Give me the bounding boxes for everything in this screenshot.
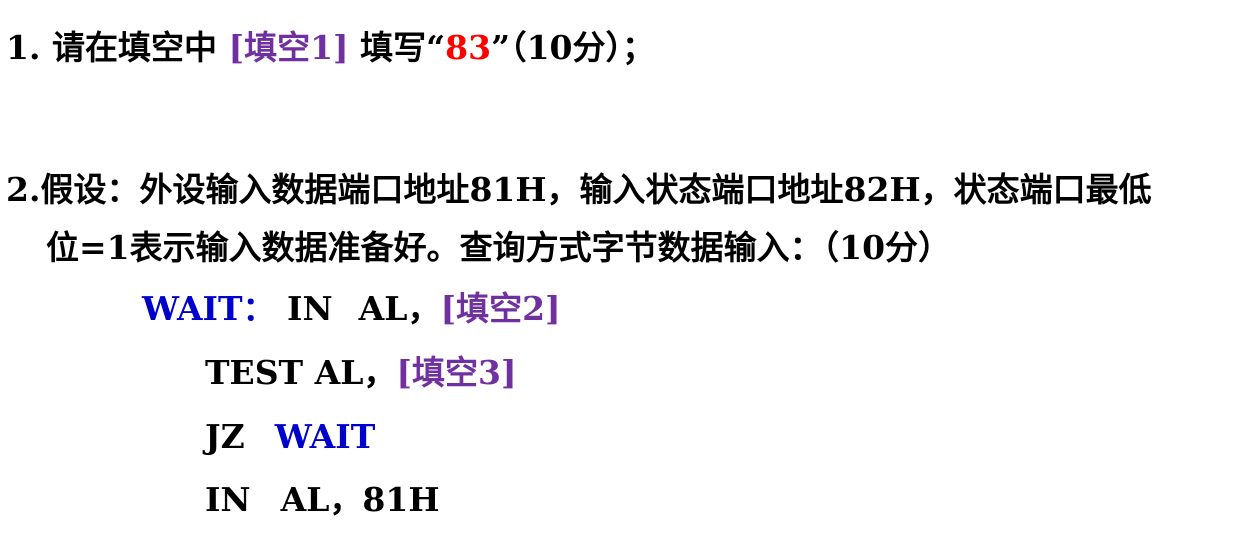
answer-value: 83 — [445, 28, 492, 67]
question-1-number: 1. — [6, 28, 41, 67]
code-jump-target: WAIT — [274, 417, 376, 456]
code-instr-in: IN — [205, 480, 251, 519]
question-2-number: 2. — [6, 170, 41, 209]
question-2-line-1: 2.假设：外设输入数据端口地址81H，输入状态端口地址82H，状态端口最低 — [6, 170, 1152, 210]
open-quote: “ — [426, 28, 446, 67]
question-2-text-line-1: 假设：外设输入数据端口地址81H，输入状态端口地址82H，状态端口最低 — [40, 170, 1152, 209]
close-quote: ” — [491, 28, 511, 67]
blank-3-marker: [填空3] — [396, 353, 517, 392]
code-line-3: JZ WAIT — [205, 417, 375, 457]
code-operand-al: AL， — [314, 353, 397, 392]
code-instr-test: TEST — [205, 353, 304, 392]
question-1-text-a: 请在填空中 — [51, 28, 217, 67]
blank-2-marker: [填空2] — [440, 289, 561, 328]
code-operand-al: AL， — [358, 289, 441, 328]
question-2-line-2: 位=1表示输入数据准备好。查询方式字节数据输入：（10分） — [46, 228, 951, 268]
question-1: 1. 请在填空中 [填空1] 填写“83”（10分）； — [6, 28, 655, 68]
code-line-1: WAIT： IN AL，[填空2] — [142, 289, 561, 329]
question-1-text-b: 填写 — [360, 28, 427, 67]
code-operand-al-81h: AL，81H — [280, 480, 440, 519]
question-2-text-line-2: 位=1表示输入数据准备好。查询方式字节数据输入：（10分） — [46, 228, 952, 267]
code-line-4: IN AL，81H — [205, 480, 440, 520]
code-instr-jz: JZ — [205, 417, 245, 456]
code-label-wait: WAIT： — [142, 289, 276, 328]
blank-1-marker: [填空1] — [228, 28, 349, 67]
code-instr-in: IN — [287, 289, 333, 328]
question-1-score: （10分）； — [510, 28, 655, 67]
code-line-2: TEST AL，[填空3] — [205, 353, 517, 393]
